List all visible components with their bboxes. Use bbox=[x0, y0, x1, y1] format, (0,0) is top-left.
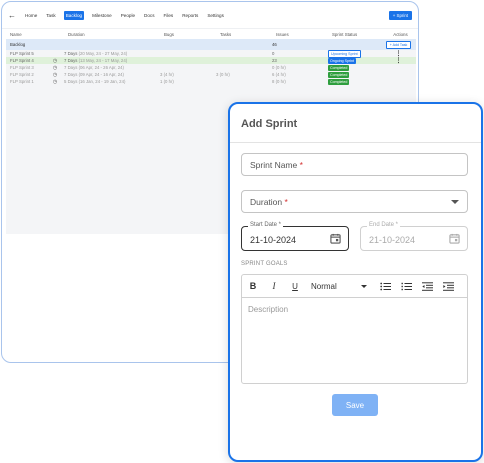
more-actions-icon[interactable]: ⋮ bbox=[396, 58, 402, 64]
back-arrow-icon[interactable]: ← bbox=[8, 11, 16, 20]
sprint-issues: 0 (0 hr) bbox=[272, 65, 286, 70]
table-row[interactable]: FLP Sprint 2 ◷ 7 Days (09 Apr, 24 - 16 A… bbox=[6, 71, 416, 78]
header-actions: Actions bbox=[393, 31, 408, 37]
more-actions-icon[interactable]: ⋮ bbox=[396, 51, 402, 57]
sprint-dates: (16 Jan, 24 - 19 Jan, 24) bbox=[78, 79, 126, 84]
sprint-issues: 6 (4 hr) bbox=[272, 72, 286, 77]
required-mark: * bbox=[299, 160, 303, 170]
modal-divider bbox=[230, 142, 481, 143]
required-mark: * bbox=[284, 197, 288, 207]
sprint-name: FLP Sprint 4 bbox=[10, 58, 34, 63]
italic-button[interactable]: I bbox=[269, 281, 279, 291]
clock-icon: ◷ bbox=[52, 57, 58, 64]
start-date-input[interactable]: Start Date * 21-10-2024 bbox=[241, 222, 349, 251]
sprint-bugs: 1 (0 hr) bbox=[160, 79, 174, 84]
nav-item-task[interactable]: Task bbox=[45, 11, 56, 20]
indent-icon[interactable] bbox=[443, 281, 454, 291]
backlog-name: Backlog bbox=[10, 42, 26, 47]
table-row[interactable]: FLP Sprint 4 ◷ 7 Days (13 May, 24 - 17 M… bbox=[6, 57, 416, 64]
clock-icon: ◷ bbox=[52, 64, 58, 71]
bold-button[interactable]: B bbox=[248, 281, 258, 291]
sprint-issues: 8 (0 hr) bbox=[272, 79, 286, 84]
backlog-add-task-button[interactable]: + Add Task bbox=[385, 41, 412, 49]
sprint-bugs: 3 (4 hr) bbox=[160, 72, 174, 77]
sprint-dates: (13 May, 24 - 17 May, 24) bbox=[78, 58, 128, 63]
calendar-icon[interactable] bbox=[330, 233, 341, 244]
header-name: Name bbox=[10, 31, 22, 37]
status-badge: Upcoming Sprint bbox=[328, 49, 361, 58]
dropdown-arrow-icon bbox=[451, 200, 459, 204]
sprint-dates: (20 May, 24 - 27 May, 24) bbox=[78, 51, 128, 56]
save-button[interactable]: Save bbox=[332, 394, 378, 416]
sprint-goals-editor[interactable]: B I U Normal Description bbox=[241, 274, 468, 384]
modal-title: Add Sprint bbox=[241, 118, 298, 130]
status-badge: Ongoing Sprint bbox=[328, 57, 356, 64]
start-date-value: 21-10-2024 bbox=[250, 235, 297, 245]
nav-item-settings[interactable]: Settings bbox=[206, 11, 225, 20]
status-badge: Completed bbox=[328, 71, 350, 78]
add-sprint-button[interactable]: + Sprint bbox=[388, 11, 412, 20]
status-badge: Completed bbox=[328, 78, 350, 85]
end-date-value: 21-10-2024 bbox=[369, 235, 416, 245]
nav-item-docs[interactable]: Docs bbox=[143, 11, 155, 20]
clock-icon: ◷ bbox=[52, 71, 58, 78]
table-row[interactable]: FLP Sprint 5 7 Days (20 May, 24 - 27 May… bbox=[6, 49, 416, 58]
nav-item-reports[interactable]: Reports bbox=[181, 11, 199, 20]
duration-label: Duration bbox=[250, 197, 283, 207]
start-date-label: Start Date * bbox=[248, 222, 284, 228]
backlog-issues: 46 bbox=[272, 42, 277, 47]
clock-icon: ◷ bbox=[52, 78, 58, 85]
sprint-dates: (09 Apr, 24 - 16 Apr, 24) bbox=[78, 72, 124, 77]
add-sprint-modal: Add Sprint Sprint Name * Duration * Star… bbox=[228, 102, 483, 462]
sprint-issues: 0 bbox=[272, 51, 275, 56]
text-format-value: Normal bbox=[311, 281, 337, 291]
top-navigation: ← Home Task Backlog Milestone People Doc… bbox=[2, 2, 418, 29]
chevron-down-icon bbox=[361, 284, 367, 288]
calendar-icon[interactable] bbox=[449, 233, 460, 244]
backlog-row[interactable]: Backlog 46 + Add Task bbox=[6, 39, 416, 50]
header-tasks: Tasks bbox=[220, 31, 232, 37]
header-duration: Duration bbox=[68, 31, 85, 37]
table-row[interactable]: FLP Sprint 1 ◷ 5 Days (16 Jan, 24 - 19 J… bbox=[6, 78, 416, 85]
sprint-days: 7 Days bbox=[64, 65, 78, 70]
sprint-issues: 23 bbox=[272, 58, 277, 63]
nav-item-files[interactable]: Files bbox=[163, 11, 175, 20]
table-header: Name Duration Bugs Tasks Issues Sprint S… bbox=[6, 29, 416, 39]
sprint-goals-label: SPRINT GOALS bbox=[241, 261, 288, 267]
nav-item-backlog[interactable]: Backlog bbox=[63, 10, 85, 20]
outdent-icon[interactable] bbox=[422, 281, 433, 291]
duration-select[interactable]: Duration * bbox=[241, 190, 468, 213]
sprint-days: 7 Days bbox=[64, 72, 78, 77]
numbered-list-icon[interactable] bbox=[401, 282, 412, 291]
editor-toolbar: B I U Normal bbox=[242, 275, 467, 298]
sprint-name-input[interactable]: Sprint Name * bbox=[241, 153, 468, 176]
nav-item-milestone[interactable]: Milestone bbox=[91, 11, 113, 20]
description-input[interactable]: Description bbox=[248, 305, 288, 314]
header-issues: Issues bbox=[276, 31, 289, 37]
end-date-input[interactable]: End Date * 21-10-2024 bbox=[360, 222, 468, 251]
sprint-name: FLP Sprint 5 bbox=[10, 51, 34, 56]
text-format-select[interactable]: Normal bbox=[311, 282, 371, 291]
sprint-name: FLP Sprint 3 bbox=[10, 65, 34, 70]
sprint-days: 7 Days bbox=[64, 58, 78, 63]
sprint-days: 7 Days bbox=[64, 51, 78, 56]
nav-item-people[interactable]: People bbox=[120, 11, 136, 20]
nav-item-home[interactable]: Home bbox=[24, 11, 38, 20]
sprint-days: 5 Days bbox=[64, 79, 78, 84]
bullet-list-icon[interactable] bbox=[380, 282, 391, 291]
underline-button[interactable]: U bbox=[290, 282, 300, 291]
status-badge: Completed bbox=[328, 64, 350, 71]
sprint-name: FLP Sprint 1 bbox=[10, 79, 34, 84]
table-row[interactable]: FLP Sprint 3 ◷ 7 Days (06 Apr, 24 - 26 A… bbox=[6, 64, 416, 71]
header-bugs: Bugs bbox=[164, 31, 175, 37]
sprint-tasks: 3 (0 hr) bbox=[216, 72, 230, 77]
sprint-name-label: Sprint Name bbox=[250, 160, 298, 170]
header-sprint-status: Sprint Status bbox=[332, 31, 358, 37]
end-date-label: End Date * bbox=[367, 222, 401, 228]
sprint-dates: (06 Apr, 24 - 26 Apr, 24) bbox=[78, 65, 124, 70]
sprint-name: FLP Sprint 2 bbox=[10, 72, 34, 77]
screen: ← Home Task Backlog Milestone People Doc… bbox=[0, 0, 484, 463]
